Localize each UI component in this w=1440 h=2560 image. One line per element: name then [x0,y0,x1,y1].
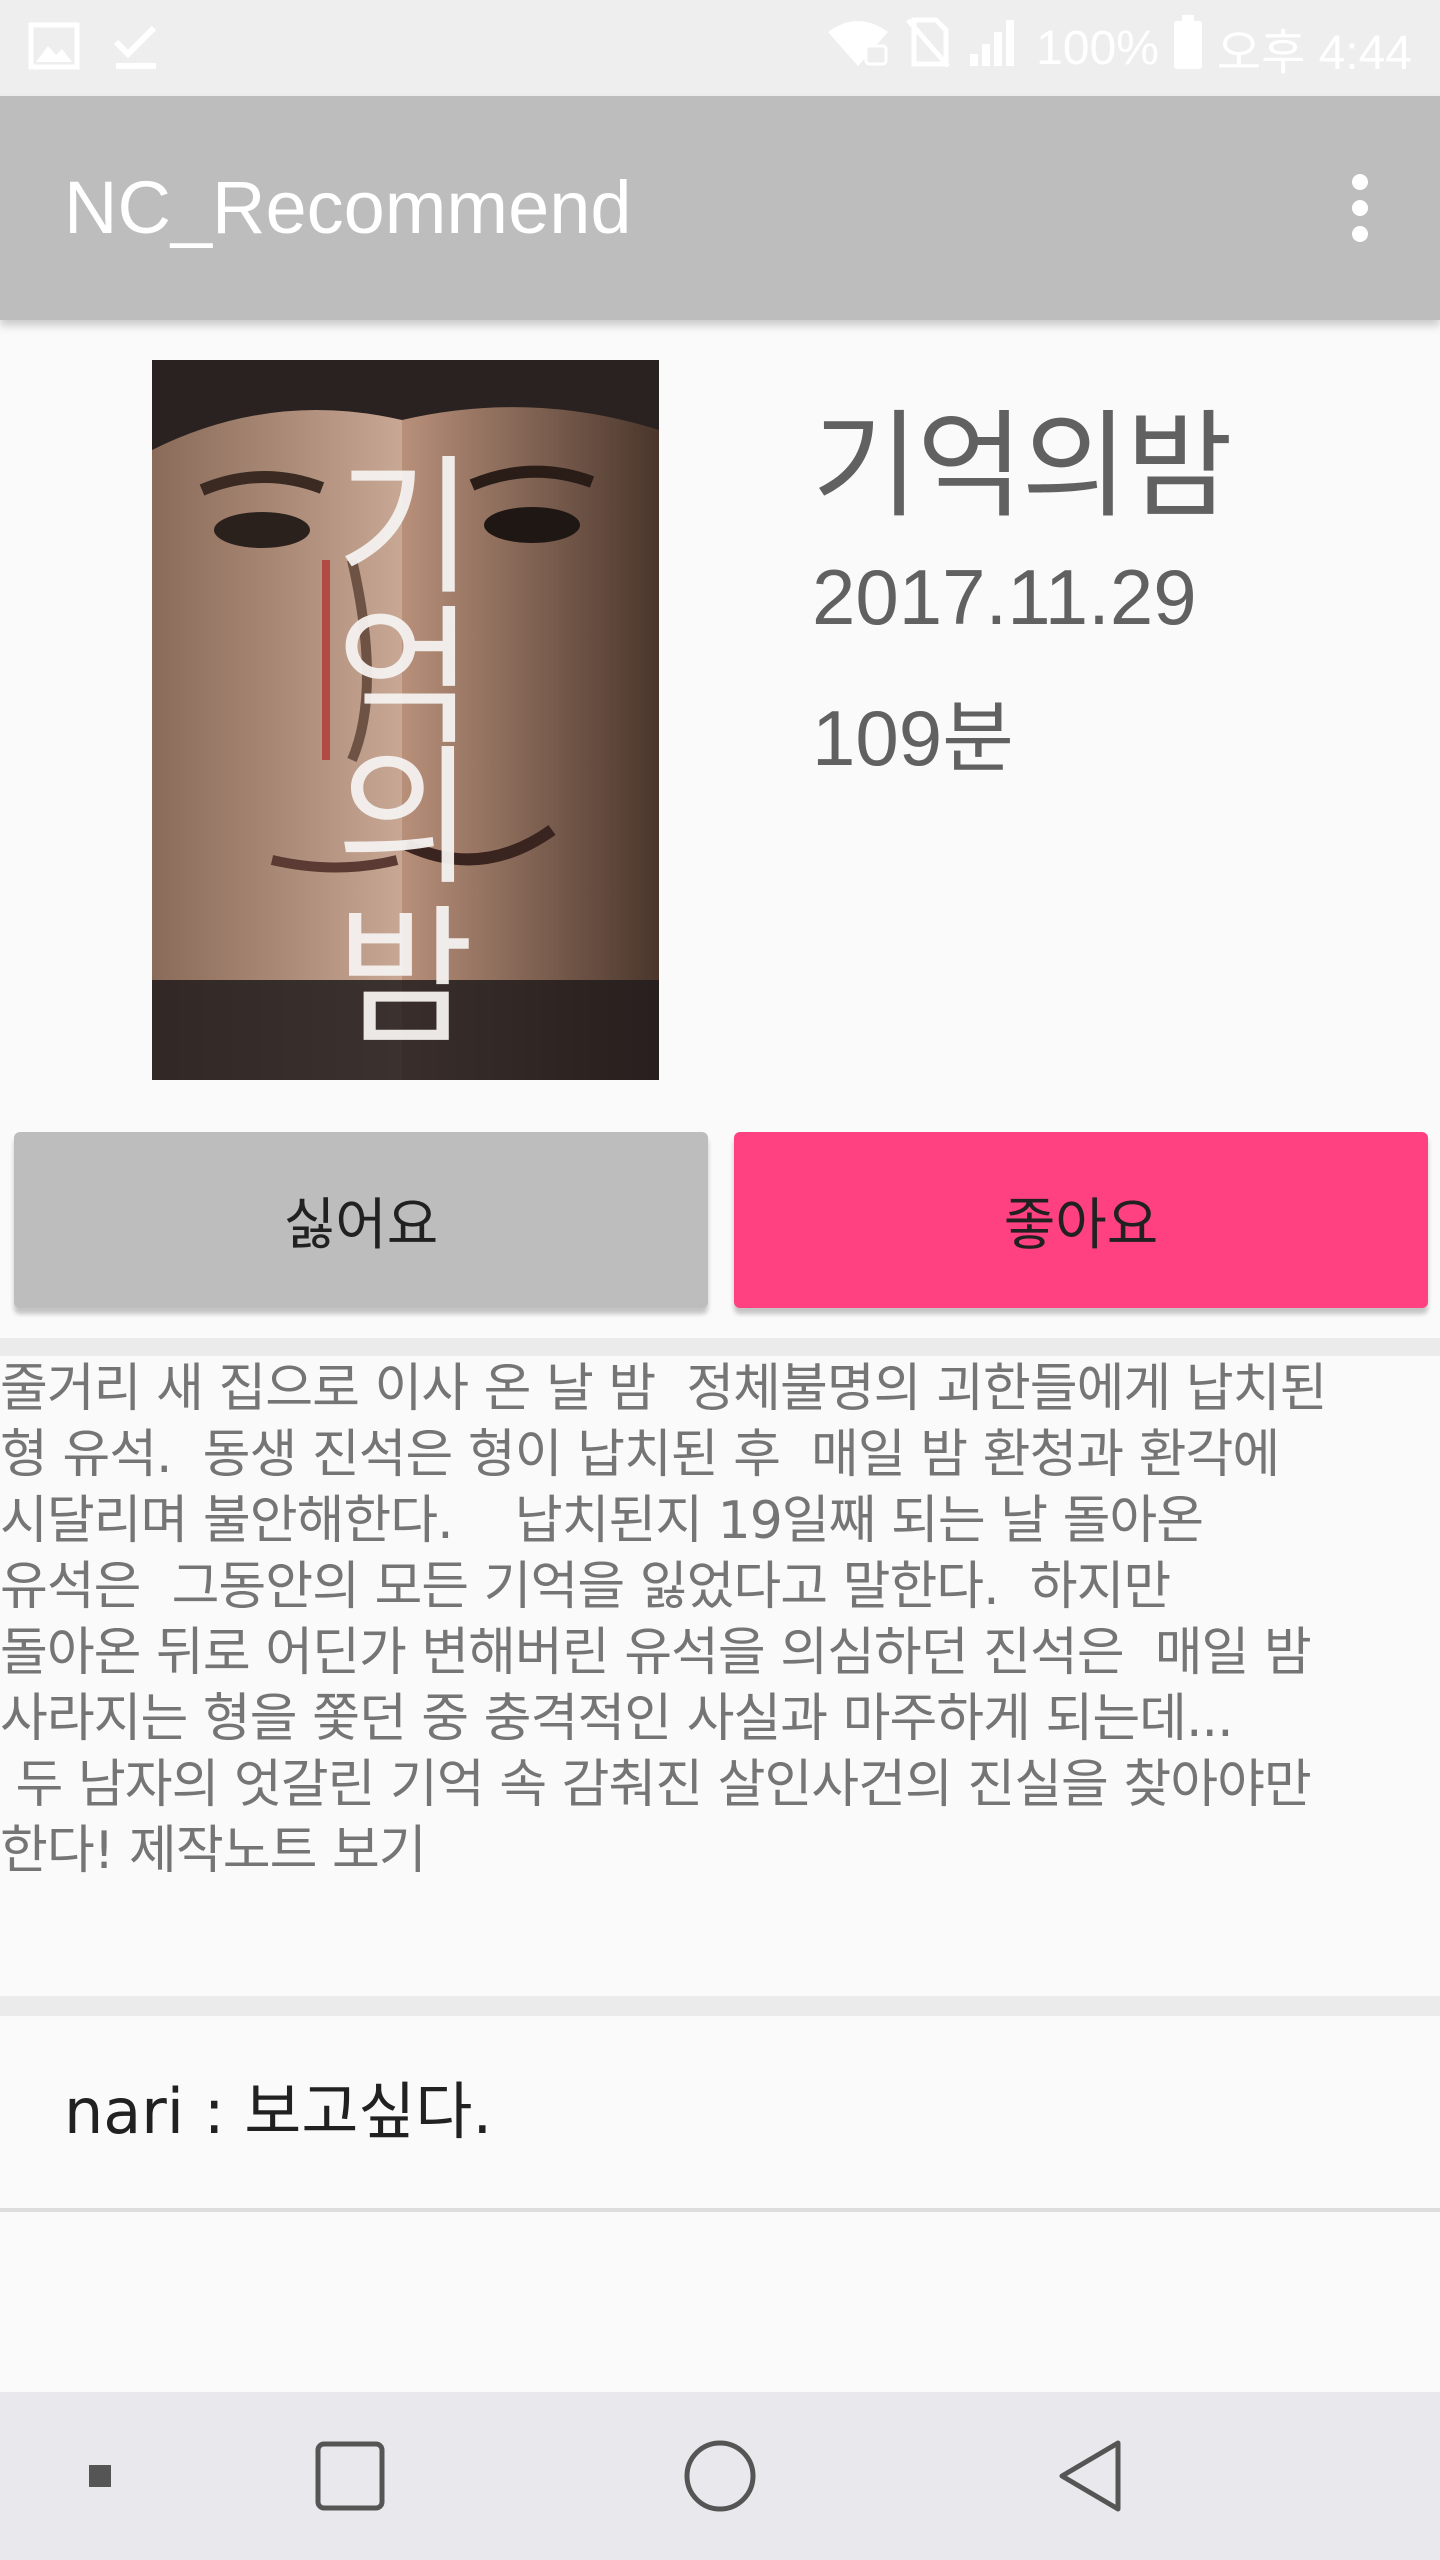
clock: 오후 4:44 [1216,27,1412,80]
battery-text: 100% [1036,21,1159,75]
comment-text: nari : 보고싶다. [64,2075,493,2148]
release-date: 2017.11.29 [812,553,1197,641]
no-sim-icon [904,16,952,80]
image-icon [28,22,80,74]
battery-icon [1173,15,1203,81]
more-vert-icon[interactable] [1320,168,1400,248]
status-right: 100% 오후 4:44 [826,15,1412,81]
wifi-icon [826,16,890,80]
like-button[interactable]: 좋아요 [734,1132,1428,1308]
movie-title: 기억의밤 [812,399,1233,534]
navigation-bar [0,2392,1440,2560]
movie-poster: 기 억 의 밤 [152,360,659,1080]
app-bar: NC_Recommend [0,96,1440,320]
divider [0,1996,1440,2016]
runtime: 109분 [812,694,1014,782]
recents-icon[interactable] [300,2392,400,2560]
poster-title-3: 의 [336,732,474,906]
signal-icon [966,16,1022,80]
status-left-icons [28,18,162,78]
movie-description: 줄거리 새 집으로 이사 온 날 밤 정체불명의 괴한들에게 납치된 형 유석.… [0,1359,1327,1881]
check-icon [110,20,162,76]
poster-title-4: 밤 [336,892,474,1066]
dislike-button[interactable]: 싫어요 [14,1132,708,1308]
back-icon[interactable] [1040,2392,1140,2560]
poster-title-1: 기 [336,442,474,616]
status-bar: 100% 오후 4:44 [0,0,1440,96]
comment-list-item[interactable]: nari : 보고싶다. [0,2016,1440,2212]
divider [0,1338,1440,1356]
home-icon[interactable] [670,2392,770,2560]
app-title: NC_Recommend [64,166,632,249]
square-small-icon[interactable] [60,2392,140,2560]
